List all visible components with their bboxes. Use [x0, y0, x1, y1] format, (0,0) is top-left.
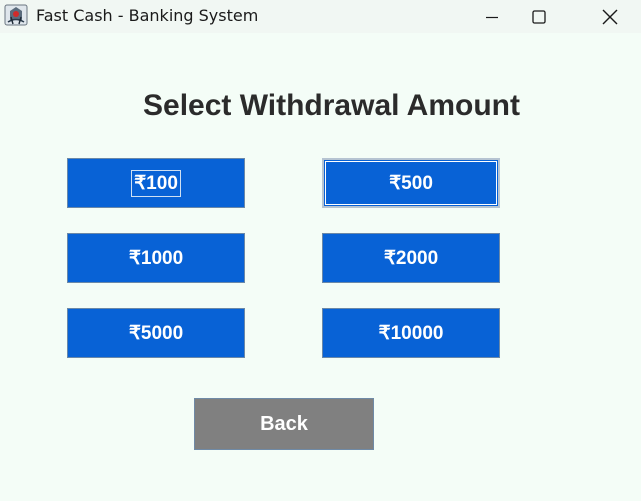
- app-window: Fast Cash - Banking System Select Withdr…: [0, 0, 641, 501]
- maximize-icon: [532, 9, 546, 24]
- close-button[interactable]: [587, 0, 633, 33]
- back-label: Back: [260, 412, 308, 435]
- amount-label: ₹2000: [383, 247, 439, 269]
- amount-label: ₹10000: [378, 322, 444, 344]
- minimize-button[interactable]: [469, 0, 515, 33]
- amount-label: ₹500: [389, 172, 433, 194]
- fast-cash-panel: Select Withdrawal Amount ₹100 ₹500 ₹1000…: [0, 33, 641, 501]
- amount-2000-button[interactable]: ₹2000: [322, 233, 500, 283]
- amount-500-button[interactable]: ₹500: [322, 158, 500, 208]
- window-title: Fast Cash - Banking System: [36, 6, 259, 25]
- amount-1000-button[interactable]: ₹1000: [67, 233, 245, 283]
- amount-10000-button[interactable]: ₹10000: [322, 308, 500, 358]
- title-bar[interactable]: Fast Cash - Banking System: [0, 0, 641, 33]
- maximize-button[interactable]: [516, 0, 562, 33]
- amount-label: ₹5000: [128, 322, 184, 344]
- amount-label: ₹100: [131, 169, 181, 197]
- amount-100-button[interactable]: ₹100: [67, 158, 245, 208]
- minimize-icon: [486, 11, 498, 23]
- amount-5000-button[interactable]: ₹5000: [67, 308, 245, 358]
- back-button[interactable]: Back: [194, 398, 374, 450]
- page-title: Select Withdrawal Amount: [143, 89, 520, 122]
- amount-label: ₹1000: [128, 247, 184, 269]
- java-cup-icon: [4, 3, 28, 27]
- close-icon: [602, 9, 618, 25]
